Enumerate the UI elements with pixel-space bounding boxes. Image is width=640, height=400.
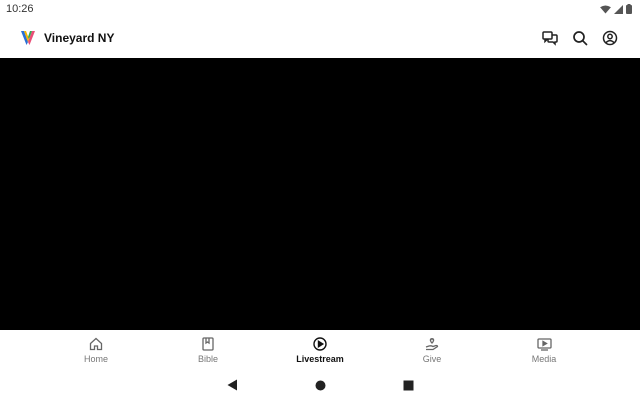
media-icon xyxy=(536,337,552,351)
app-title: Vineyard NY xyxy=(44,31,115,45)
chat-icon xyxy=(542,31,558,46)
livestream-video-player[interactable] xyxy=(0,58,640,330)
app-actions xyxy=(540,28,620,48)
home-circle-icon xyxy=(315,380,325,390)
chat-button[interactable] xyxy=(540,28,560,48)
nav-item-media[interactable]: Media xyxy=(499,337,589,364)
nav-item-livestream[interactable]: Livestream xyxy=(275,336,365,364)
nav-label: Give xyxy=(422,353,442,364)
bottom-nav: Home Bible Livestream Give Media xyxy=(0,330,640,370)
nav-label: Media xyxy=(531,353,557,364)
home-icon xyxy=(89,337,103,350)
wifi-icon xyxy=(600,4,611,14)
app-bar: Vineyard NY xyxy=(0,18,640,58)
vineyard-logo-icon xyxy=(20,30,36,46)
give-icon xyxy=(425,337,439,350)
play-circle-icon xyxy=(313,336,327,351)
nav-label: Home xyxy=(83,353,108,364)
account-button[interactable] xyxy=(600,28,620,48)
nav-item-bible[interactable]: Bible xyxy=(163,336,253,364)
back-triangle-icon xyxy=(227,379,237,391)
nav-item-give[interactable]: Give xyxy=(387,337,477,364)
recents-square-icon xyxy=(403,380,413,390)
battery-icon xyxy=(626,4,632,14)
status-icons xyxy=(600,4,632,14)
system-home-button[interactable] xyxy=(313,378,327,392)
account-icon xyxy=(602,30,618,46)
search-icon xyxy=(573,31,588,46)
search-button[interactable] xyxy=(570,28,590,48)
nav-item-home[interactable]: Home xyxy=(51,337,141,364)
system-nav-bar xyxy=(0,370,640,400)
bible-icon xyxy=(202,336,214,351)
status-bar: 10:26 xyxy=(0,0,640,18)
cellular-signal-icon xyxy=(614,4,623,14)
nav-label: Livestream xyxy=(296,353,344,364)
nav-label: Bible xyxy=(197,353,218,364)
system-recents-button[interactable] xyxy=(401,378,415,392)
status-time: 10:26 xyxy=(6,3,34,15)
system-back-button[interactable] xyxy=(225,378,239,392)
